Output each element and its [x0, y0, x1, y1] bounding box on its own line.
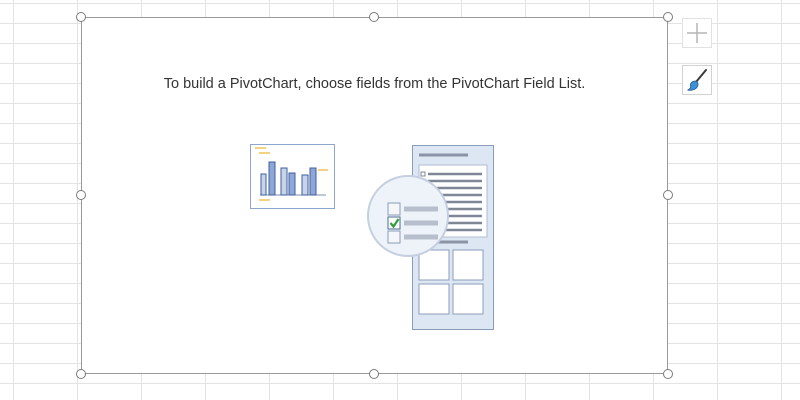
resize-handle-left[interactable]: [76, 190, 86, 200]
resize-handle-top[interactable]: [369, 12, 379, 22]
chart-styles-button[interactable]: [682, 65, 712, 95]
chart-illustration-icon: [250, 144, 335, 209]
pivotchart-instruction-text: To build a PivotChart, choose fields fro…: [163, 76, 586, 92]
field-list-illustration-icon: [367, 145, 494, 330]
resize-handle-top-right[interactable]: [663, 12, 673, 22]
resize-handle-right[interactable]: [663, 190, 673, 200]
resize-handle-bottom-left[interactable]: [76, 369, 86, 379]
plus-icon: [687, 23, 707, 43]
resize-handle-bottom-right[interactable]: [663, 369, 673, 379]
resize-handle-top-left[interactable]: [76, 12, 86, 22]
resize-handle-bottom[interactable]: [369, 369, 379, 379]
chart-elements-button[interactable]: [682, 18, 712, 48]
pivotchart-area[interactable]: To build a PivotChart, choose fields fro…: [81, 17, 668, 374]
paintbrush-icon: [687, 69, 707, 91]
